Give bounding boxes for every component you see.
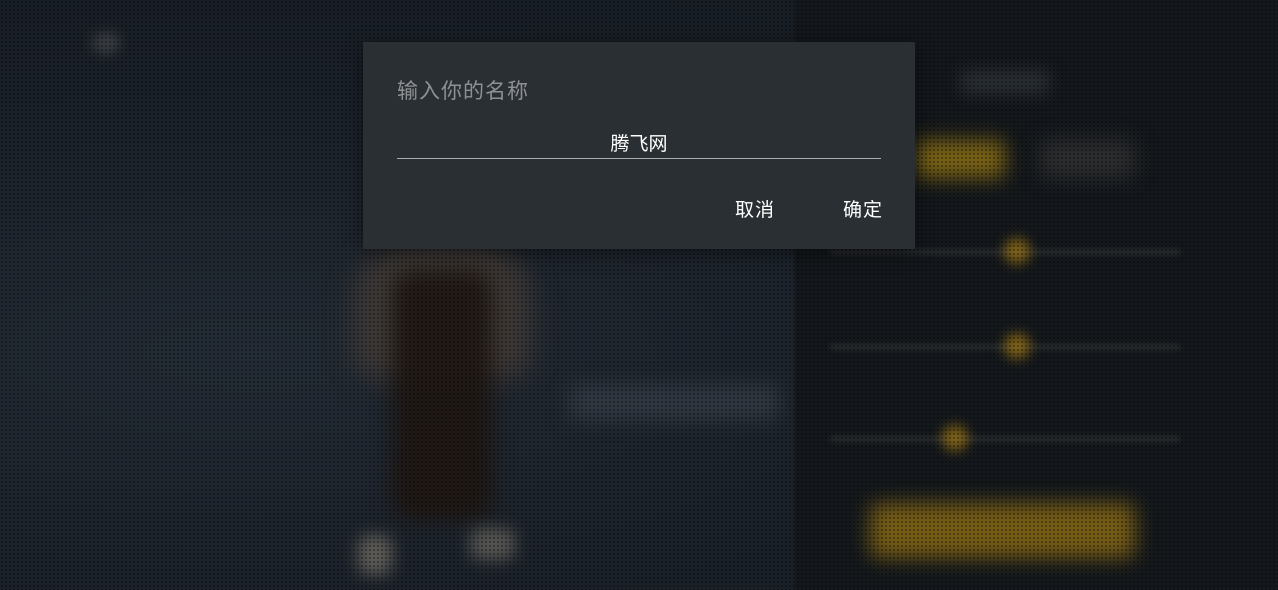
background-character-left-foot <box>358 535 392 575</box>
background-slider-handle <box>1004 333 1030 359</box>
background-ledge <box>570 385 780 420</box>
cancel-button[interactable]: 取消 <box>735 195 775 222</box>
background-tab-active <box>915 140 1005 178</box>
background-slider-handle <box>1004 238 1030 264</box>
name-input[interactable] <box>397 126 881 159</box>
background-panel-title <box>960 70 1050 94</box>
background-character-body <box>392 270 492 520</box>
background-character-right-foot <box>470 528 515 560</box>
confirm-button[interactable]: 确定 <box>843 195 883 222</box>
background-tab-inactive <box>1040 140 1135 178</box>
game-screen: 输入你的名称 取消 确定 <box>0 0 1278 590</box>
dialog-title: 输入你的名称 <box>397 79 529 103</box>
name-input-dialog: 输入你的名称 取消 确定 <box>363 42 915 249</box>
background-confirm-button <box>870 503 1135 558</box>
background-slider-handle <box>942 425 968 451</box>
background-slider-track <box>830 437 1180 441</box>
background-back-icon <box>92 32 120 54</box>
